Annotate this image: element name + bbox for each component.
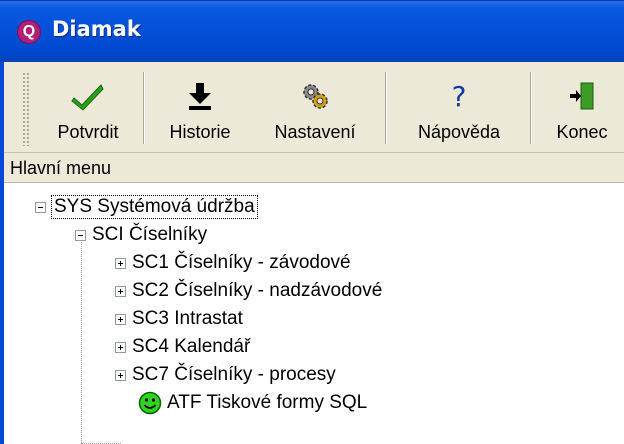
exit-door-icon xyxy=(562,76,602,116)
tree-node-sys[interactable]: SYS Systémová údržba xyxy=(35,193,258,221)
tree-node-label: SC1 Číselníky - závodové xyxy=(132,252,351,273)
question-mark-icon: ? xyxy=(451,79,467,113)
expand-toggle[interactable] xyxy=(115,341,126,353)
tree-node-label: SYS Systémová údržba xyxy=(51,195,258,219)
smiley-icon xyxy=(138,391,162,415)
tree-node-sc7[interactable]: SC7 Číselníky - procesy xyxy=(115,361,336,389)
tree-node-sc3[interactable]: SC3 Intrastat xyxy=(115,305,243,333)
exit-label: Konec xyxy=(556,122,608,142)
expand-toggle[interactable] xyxy=(115,313,126,325)
tree-node-label: SC3 Intrastat xyxy=(132,308,243,329)
tree-node-label: SC4 Kalendář xyxy=(132,336,251,357)
confirm-button[interactable]: Potvrdit xyxy=(44,66,132,150)
history-label: Historie xyxy=(169,122,231,142)
collapse-toggle[interactable] xyxy=(35,201,46,213)
toolbar-separator xyxy=(143,72,145,144)
confirm-label: Potvrdit xyxy=(57,122,119,142)
help-button[interactable]: ? Nápověda xyxy=(399,66,519,150)
toolbar-separator xyxy=(530,72,532,144)
app-icon[interactable]: Q xyxy=(17,20,41,44)
collapse-toggle[interactable] xyxy=(75,229,86,241)
tree-node-label: SC2 Číselníky - nadzávodové xyxy=(132,280,383,301)
toolbar-separator xyxy=(385,72,387,144)
expand-toggle[interactable] xyxy=(115,369,126,381)
checkmark-icon xyxy=(68,76,108,116)
download-arrow-icon xyxy=(180,76,220,116)
tree-node-sc1[interactable]: SC1 Číselníky - závodové xyxy=(115,249,351,277)
title-bar[interactable]: Q Diamak xyxy=(0,0,624,62)
main-window: Potvrdit Historie Nastavení ? Nápověda K… xyxy=(0,62,624,444)
expand-toggle[interactable] xyxy=(115,257,126,269)
tree-node-sci[interactable]: SCI Číselníky xyxy=(75,221,207,249)
tree-node-sc4[interactable]: SC4 Kalendář xyxy=(115,333,250,361)
toolbar-grip[interactable] xyxy=(22,72,30,146)
window-title: Diamak xyxy=(52,17,141,41)
tree-node-label: SC7 Číselníky - procesy xyxy=(132,364,336,385)
tree-node-label: SCI Číselníky xyxy=(92,224,208,245)
history-button[interactable]: Historie xyxy=(158,66,242,150)
tree-node-atf[interactable]: ATF Tiskové formy SQL xyxy=(138,389,367,417)
help-label: Nápověda xyxy=(417,122,501,142)
main-menu-header: Hlavní menu xyxy=(4,153,624,183)
tree-node-sc2[interactable]: SC2 Číselníky - nadzávodové xyxy=(115,277,382,305)
expand-toggle[interactable] xyxy=(115,285,126,297)
menu-tree[interactable]: SYS Systémová údržba SCI Číselníky SC1 Č… xyxy=(4,183,624,444)
tree-connector-line xyxy=(81,233,82,443)
exit-button[interactable]: Konec xyxy=(542,66,622,150)
tree-node-label: ATF Tiskové formy SQL xyxy=(167,392,368,413)
gears-icon xyxy=(295,76,335,116)
settings-label: Nastavení xyxy=(274,122,356,142)
settings-button[interactable]: Nastavení xyxy=(256,66,374,150)
toolbar: Potvrdit Historie Nastavení ? Nápověda K… xyxy=(4,62,624,153)
